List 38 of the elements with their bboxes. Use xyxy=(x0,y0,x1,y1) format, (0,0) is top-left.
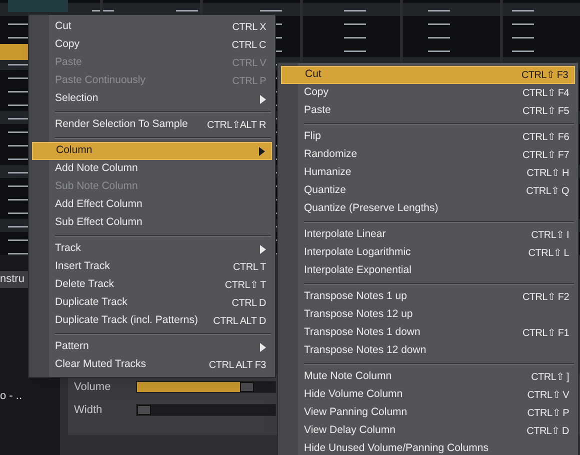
menu-item[interactable]: Interpolate Linear CTRL⇧ I xyxy=(281,226,575,244)
menu-item[interactable]: Copy CTRL C xyxy=(32,36,272,54)
menu-item[interactable]: Track xyxy=(32,240,272,258)
menu-item[interactable]: Insert Track CTRL T xyxy=(32,258,272,276)
menu-item[interactable]: Duplicate Track CTRL D xyxy=(32,294,272,312)
menu-item[interactable]: Transpose Notes 1 up CTRL⇧ F2 xyxy=(281,288,575,306)
menu-item[interactable]: Hide Unused Volume/Panning Columns xyxy=(281,440,575,455)
menu-item[interactable]: Hide Volume Column CTRL⇧ V xyxy=(281,386,575,404)
menu-item[interactable]: Paste CTRL⇧ F5 xyxy=(281,102,575,120)
menu-item[interactable]: Quantize (Preserve Lengths) xyxy=(281,200,575,218)
menu-item[interactable]: Selection xyxy=(32,90,272,108)
menu-item[interactable]: Duplicate Track (incl. Patterns) CTRL ALT D xyxy=(32,312,272,330)
menu-item[interactable]: Flip CTRL⇧ F6 xyxy=(281,128,575,146)
menu-item[interactable]: Add Effect Column xyxy=(32,196,272,214)
menu-item[interactable]: View Delay Column CTRL⇧ D xyxy=(281,422,575,440)
menu-item[interactable]: Column xyxy=(32,142,272,160)
menu-item[interactable]: Clear Muted Tracks CTRL ALT F3 xyxy=(32,356,272,374)
menu-item[interactable]: Transpose Notes 12 up xyxy=(281,306,575,324)
menu-item[interactable]: Copy CTRL⇧ F4 xyxy=(281,84,575,102)
menu-item[interactable]: View Panning Column CTRL⇧ P xyxy=(281,404,575,422)
instrument-entry[interactable]: o - .. xyxy=(0,388,60,404)
menu-item[interactable]: Randomize CTRL⇧ F7 xyxy=(281,146,575,164)
menu-item[interactable]: Cut CTRL⇧ F3 xyxy=(281,66,575,84)
menu-item[interactable]: Cut CTRL X xyxy=(32,18,272,36)
menu-item[interactable]: Sub Effect Column xyxy=(32,214,272,232)
menu-item[interactable]: Interpolate Logarithmic CTRL⇧ L xyxy=(281,244,575,262)
menu-item[interactable]: Interpolate Exponential xyxy=(281,262,575,280)
menu-item[interactable]: Add Note Column xyxy=(32,160,272,178)
menu-item[interactable]: Mute Note Column CTRL⇧ ] xyxy=(281,368,575,386)
menu-item[interactable]: Quantize CTRL⇧ Q xyxy=(281,182,575,200)
menu-item[interactable]: Humanize CTRL⇧ H xyxy=(281,164,575,182)
slider-label: Volume xyxy=(74,380,112,395)
slider-label: Width xyxy=(74,402,104,418)
menu-item[interactable]: Transpose Notes 1 down CTRL⇧ F1 xyxy=(281,324,575,342)
menu-item[interactable]: Delete Track CTRL⇧ T xyxy=(32,276,272,294)
menu-item[interactable]: Pattern xyxy=(32,338,272,356)
menu-item[interactable]: Render Selection To Sample CTRL⇧ALT R xyxy=(32,116,272,134)
menu-item[interactable]: Transpose Notes 12 down xyxy=(281,342,575,360)
